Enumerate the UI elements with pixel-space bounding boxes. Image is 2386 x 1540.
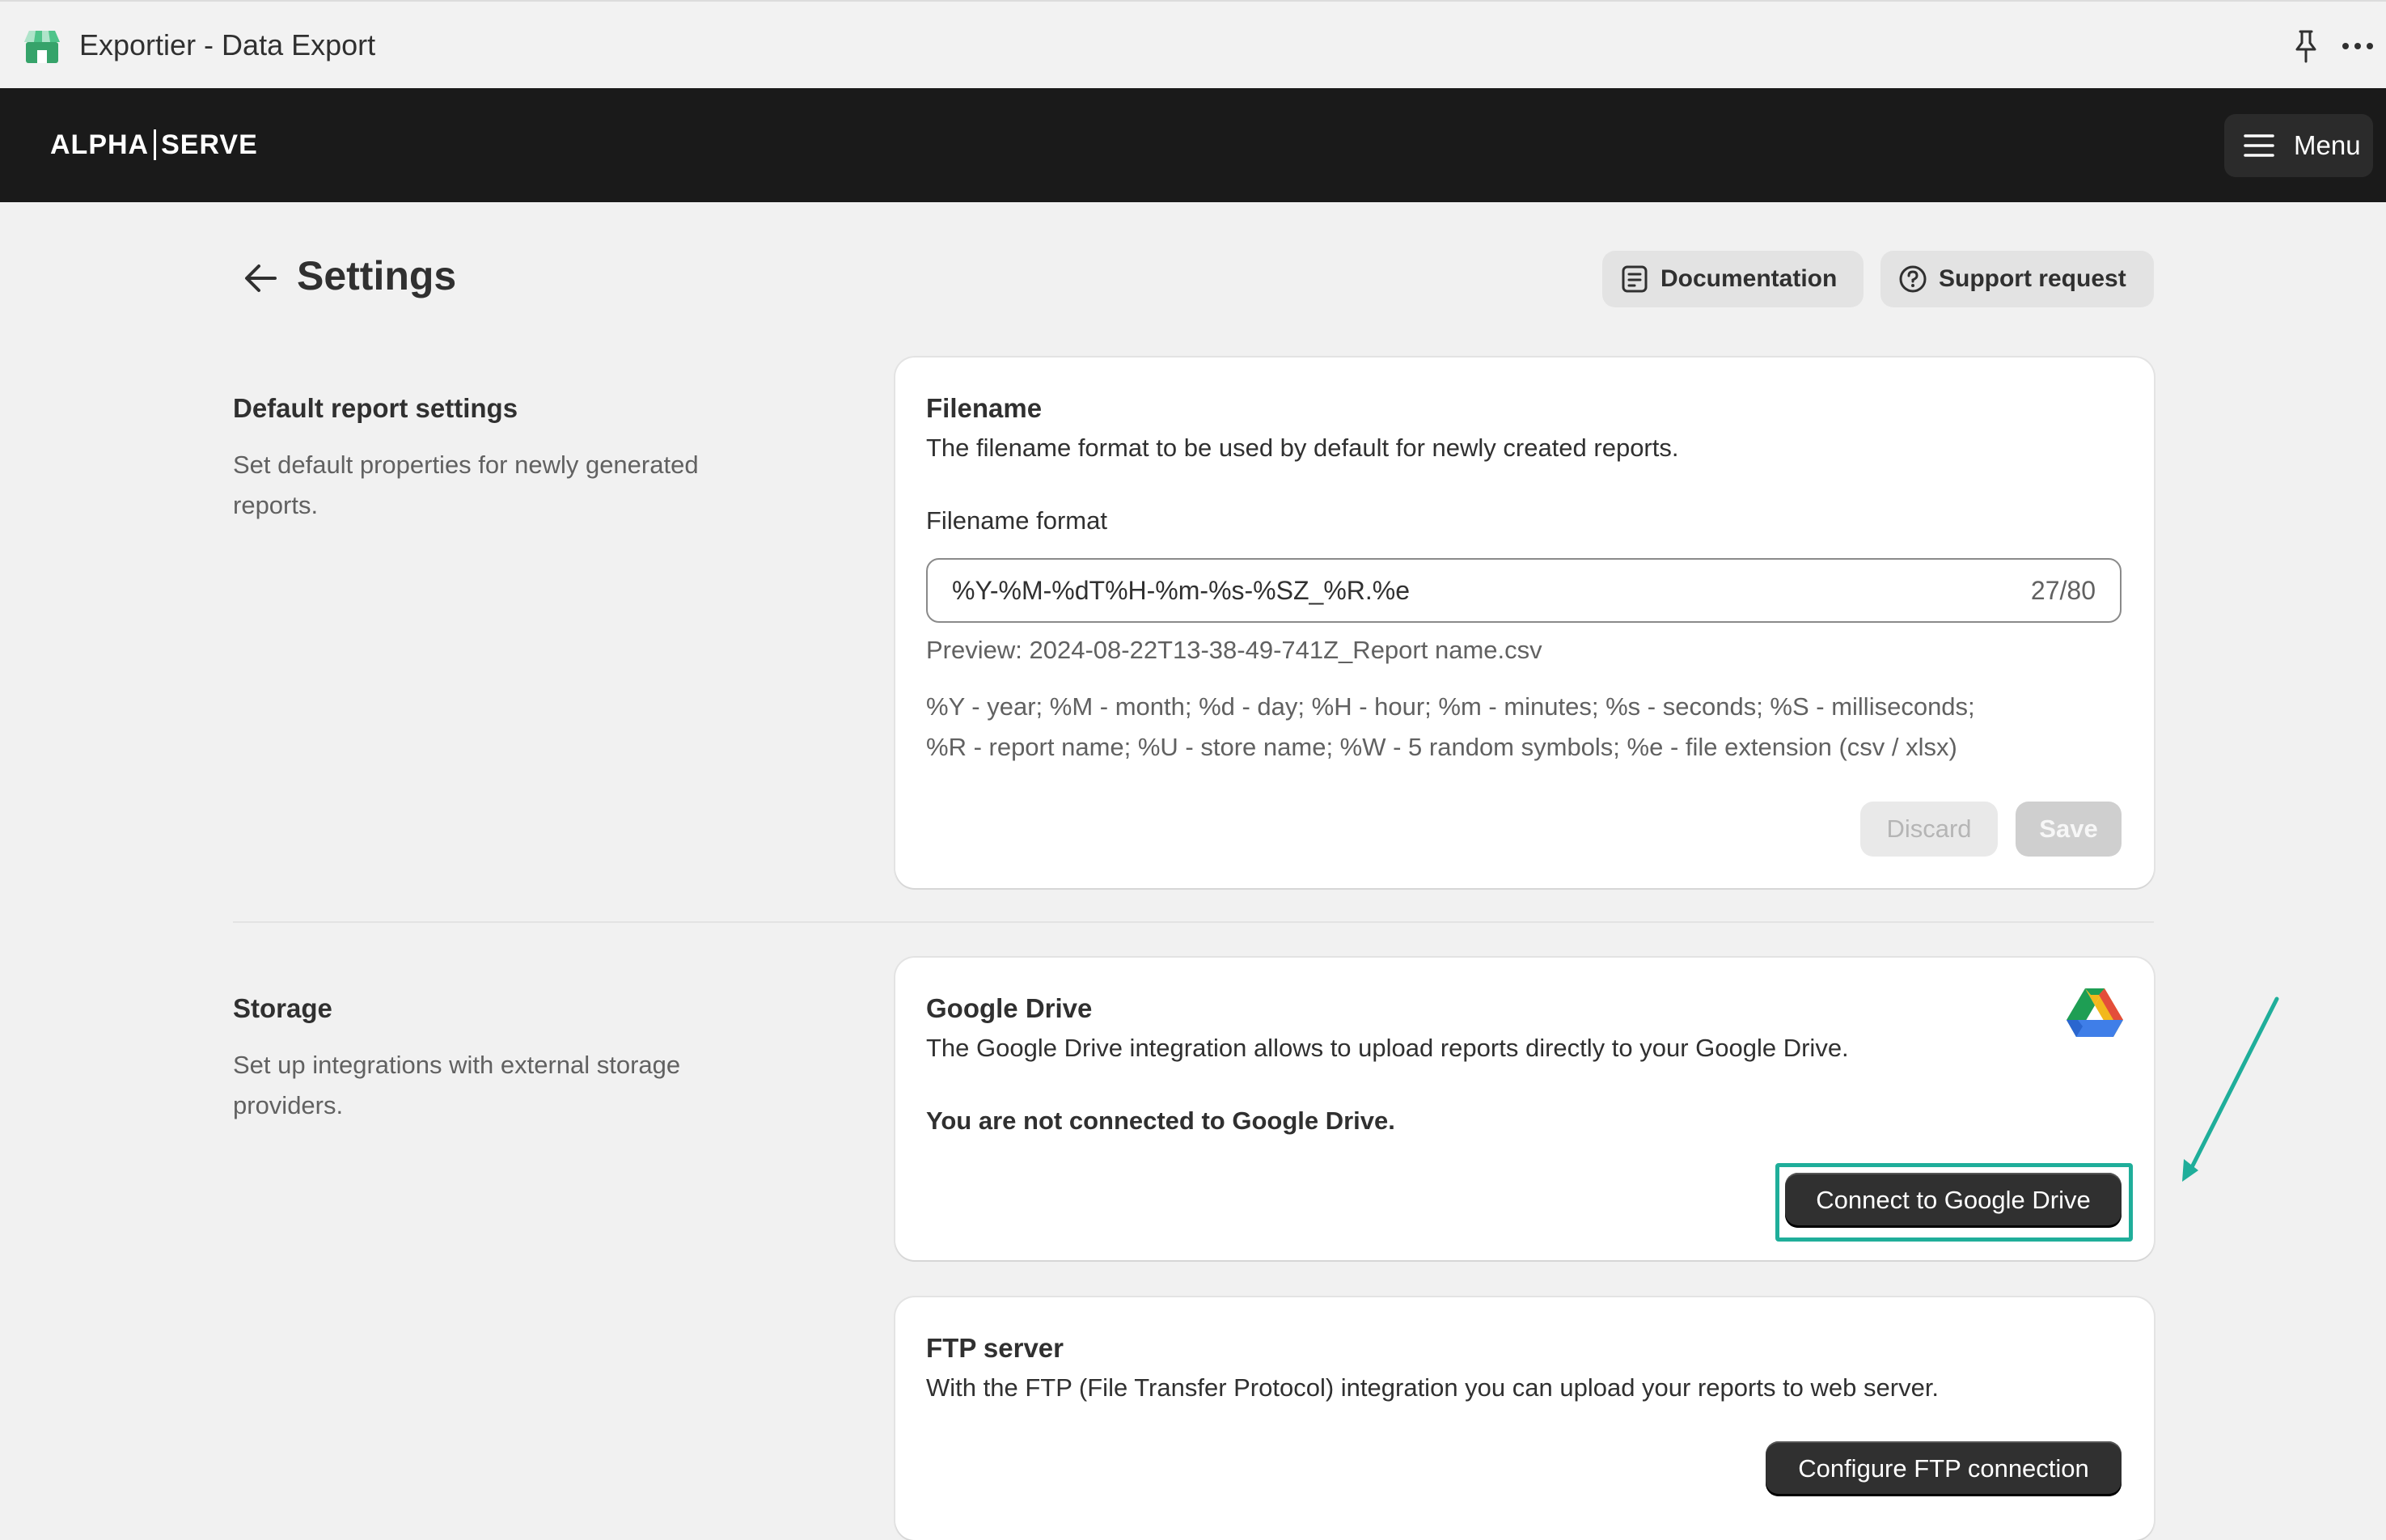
save-button[interactable]: Save [2016,802,2122,857]
window-titlebar: Exportier - Data Export [0,0,2386,88]
section-divider [233,921,2154,923]
filename-format-value: %Y-%M-%dT%H-%m-%s-%SZ_%R.%e [952,576,1411,605]
google-drive-icon [2067,988,2123,1037]
ftp-server-card: FTP server With the FTP (File Transfer P… [895,1297,2154,1540]
google-drive-title: Google Drive [926,993,1093,1023]
back-arrow-icon[interactable] [244,264,277,293]
ftp-server-desc: With the FTP (File Transfer Protocol) in… [926,1373,1940,1402]
page-title: Settings [297,253,457,298]
store-icon [24,31,60,63]
format-legend-line-2: %R - report name; %U - store name; %W - … [926,733,1957,761]
documentation-button[interactable]: Documentation [1602,251,1864,307]
storage-section-desc: Set up integrations with external storag… [233,1051,681,1119]
support-request-button[interactable]: Support request [1880,251,2154,307]
configure-ftp-button[interactable]: Configure FTP connection [1766,1441,2122,1496]
filename-card-title: Filename [926,393,1043,423]
hamburger-icon [2244,134,2274,157]
annotation-arrow-icon [2182,996,2279,1182]
default-report-section-desc: Set default properties for newly generat… [233,451,699,519]
filename-preview: Preview: 2024-08-22T13-38-49-741Z_Report… [926,636,1542,664]
ftp-server-title: FTP server [926,1333,1064,1363]
more-options-icon[interactable] [2341,40,2375,52]
filename-format-label: Filename format [926,506,1107,535]
help-circle-icon [1899,265,1927,293]
filename-card: Filename The filename format to be used … [895,358,2154,888]
google-drive-desc: The Google Drive integration allows to u… [926,1034,1849,1062]
app-header: ALPHA SERVE Menu [0,88,2386,202]
alphaserve-logo[interactable]: ALPHA SERVE [50,129,258,161]
format-legend-line-1: %Y - year; %M - month; %d - day; %H - ho… [926,692,1975,721]
menu-button[interactable]: Menu [2224,114,2373,177]
storage-section-title: Storage [233,993,332,1023]
document-icon [1622,265,1648,293]
default-report-section-title: Default report settings [233,393,518,423]
pin-icon[interactable] [2292,29,2320,63]
filename-format-input[interactable]: %Y-%M-%dT%H-%m-%s-%SZ_%R.%e 27/80 [926,558,2122,623]
annotation-highlight-box [1775,1163,2133,1242]
google-drive-status: You are not connected to Google Drive. [926,1106,1395,1135]
menu-label: Menu [2294,130,2361,160]
window-title: Exportier - Data Export [79,28,376,61]
character-count: 27/80 [2030,576,2096,605]
filename-card-desc: The filename format to be used by defaul… [926,434,1679,462]
discard-button[interactable]: Discard [1860,802,1998,857]
